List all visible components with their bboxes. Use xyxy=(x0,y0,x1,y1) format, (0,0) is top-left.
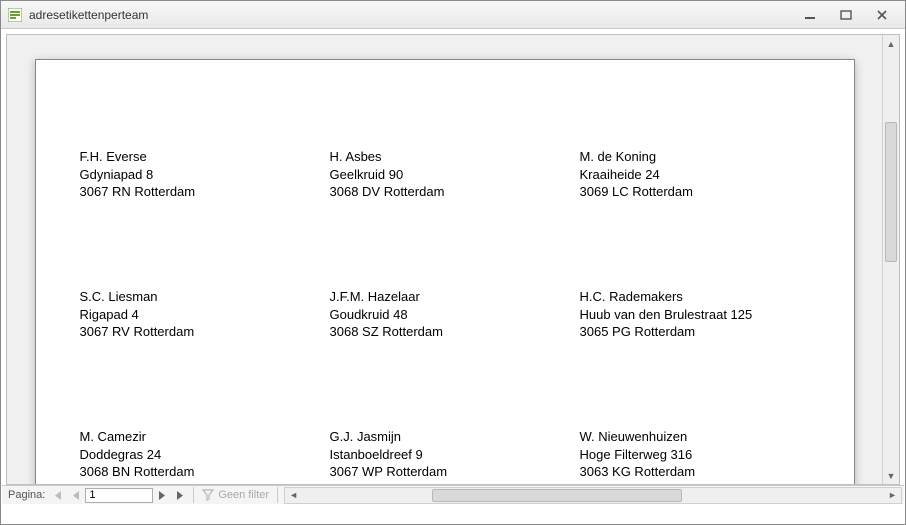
separator xyxy=(193,487,194,503)
address-label: H.C. RademakersHuub van den Brulestraat … xyxy=(580,288,860,428)
minimize-button[interactable] xyxy=(799,7,821,23)
address-label: M. CamezirDoddegras 243068 BN Rotterdam xyxy=(80,428,330,484)
address-label-citypost: 3067 WP Rotterdam xyxy=(330,463,580,481)
address-label: F.H. EverseGdyniapad 83067 RN Rotterdam xyxy=(80,148,330,288)
address-label: G.J. JasmijnIstanboeldreef 93067 WP Rott… xyxy=(330,428,580,484)
address-label-street: Istanboeldreef 9 xyxy=(330,446,580,464)
address-label: J.F.M. HazelaarGoudkruid 483068 SZ Rotte… xyxy=(330,288,580,428)
address-label-street: Hoge Filterweg 316 xyxy=(580,446,860,464)
address-label-name: S.C. Liesman xyxy=(80,288,330,306)
vertical-scrollbar[interactable]: ▲ ▼ xyxy=(882,35,899,484)
scroll-down-arrow-icon[interactable]: ▼ xyxy=(883,467,900,484)
address-label-street: Rigapad 4 xyxy=(80,306,330,324)
vertical-scroll-thumb[interactable] xyxy=(885,122,897,262)
report-page: F.H. EverseGdyniapad 83067 RN RotterdamH… xyxy=(35,59,855,484)
prev-page-button[interactable] xyxy=(67,487,85,503)
address-label-name: J.F.M. Hazelaar xyxy=(330,288,580,306)
last-page-button[interactable] xyxy=(171,487,189,503)
window-title: adresetikettenperteam xyxy=(29,8,148,22)
address-label-citypost: 3068 SZ Rotterdam xyxy=(330,323,580,341)
scroll-up-arrow-icon[interactable]: ▲ xyxy=(883,35,900,52)
vertical-scroll-track[interactable] xyxy=(883,52,899,467)
title-bar[interactable]: adresetikettenperteam xyxy=(1,1,905,29)
address-label: M. de KoningKraaiheide 243069 LC Rotterd… xyxy=(580,148,860,288)
address-label-street: Goudkruid 48 xyxy=(330,306,580,324)
next-page-button[interactable] xyxy=(153,487,171,503)
address-label-citypost: 3063 KG Rotterdam xyxy=(580,463,860,481)
address-label-name: G.J. Jasmijn xyxy=(330,428,580,446)
address-label-street: Doddegras 24 xyxy=(80,446,330,464)
status-bar: Pagina: Geen filt xyxy=(2,485,904,504)
address-label: H. AsbesGeelkruid 903068 DV Rotterdam xyxy=(330,148,580,288)
report-viewport: F.H. EverseGdyniapad 83067 RN RotterdamH… xyxy=(6,34,900,485)
page-label: Pagina: xyxy=(4,489,49,501)
window-frame: adresetikettenperteam F.H. EverseGdyniap… xyxy=(0,0,906,525)
close-button[interactable] xyxy=(871,7,893,23)
filter-label: Geen filter xyxy=(218,489,269,501)
horizontal-scroll-track[interactable] xyxy=(302,488,884,503)
address-label-street: Geelkruid 90 xyxy=(330,166,580,184)
horizontal-scroll-thumb[interactable] xyxy=(432,489,682,502)
address-label-name: H. Asbes xyxy=(330,148,580,166)
address-label-citypost: 3065 PG Rotterdam xyxy=(580,323,860,341)
separator xyxy=(277,487,278,503)
address-label-citypost: 3067 RV Rotterdam xyxy=(80,323,330,341)
address-label-name: M. de Koning xyxy=(580,148,860,166)
address-label: W. NieuwenhuizenHoge Filterweg 3163063 K… xyxy=(580,428,860,484)
client-area: F.H. EverseGdyniapad 83067 RN RotterdamH… xyxy=(2,30,904,504)
address-label-street: Huub van den Brulestraat 125 xyxy=(580,306,860,324)
address-label-name: H.C. Rademakers xyxy=(580,288,860,306)
address-label-street: Gdyniapad 8 xyxy=(80,166,330,184)
address-label-name: F.H. Everse xyxy=(80,148,330,166)
first-page-button[interactable] xyxy=(49,487,67,503)
address-label: S.C. LiesmanRigapad 43067 RV Rotterdam xyxy=(80,288,330,428)
address-label-citypost: 3068 BN Rotterdam xyxy=(80,463,330,481)
address-label-citypost: 3067 RN Rotterdam xyxy=(80,183,330,201)
scroll-left-arrow-icon[interactable]: ◄ xyxy=(285,488,302,503)
maximize-button[interactable] xyxy=(835,7,857,23)
page-navigator: Pagina: xyxy=(4,487,189,503)
address-label-citypost: 3069 LC Rotterdam xyxy=(580,183,860,201)
filter-button[interactable]: Geen filter xyxy=(198,489,273,501)
horizontal-scrollbar[interactable]: ◄ ► xyxy=(284,487,902,504)
filter-icon xyxy=(202,489,214,501)
address-label-name: W. Nieuwenhuizen xyxy=(580,428,860,446)
address-label-name: M. Camezir xyxy=(80,428,330,446)
page-number-input[interactable] xyxy=(85,488,153,503)
scroll-right-arrow-icon[interactable]: ► xyxy=(884,488,901,503)
app-icon xyxy=(7,7,23,23)
address-label-citypost: 3068 DV Rotterdam xyxy=(330,183,580,201)
window-buttons xyxy=(799,7,899,23)
address-label-street: Kraaiheide 24 xyxy=(580,166,860,184)
page-scroll-area[interactable]: F.H. EverseGdyniapad 83067 RN RotterdamH… xyxy=(7,35,882,484)
